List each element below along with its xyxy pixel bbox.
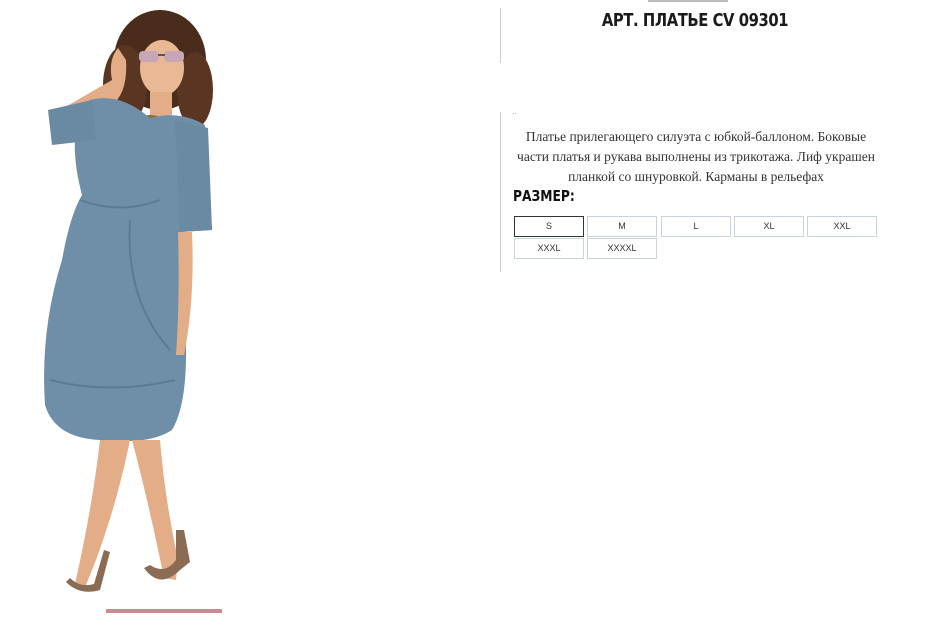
title-rule <box>648 0 728 2</box>
size-button-l[interactable]: L <box>661 216 731 237</box>
divider-line <box>500 112 501 272</box>
size-button-m[interactable]: M <box>587 216 657 237</box>
marker: .. <box>512 106 518 116</box>
model-image <box>44 10 213 592</box>
size-button-xl[interactable]: XL <box>734 216 804 237</box>
size-button-s[interactable]: S <box>514 216 584 237</box>
image-indicator-bar <box>106 609 222 613</box>
divider-line <box>500 8 501 63</box>
size-button-xxl[interactable]: XXL <box>807 216 877 237</box>
product-photo[interactable] <box>0 0 260 618</box>
product-description: Платье прилегающего силуэта с юбкой-балл… <box>517 129 875 184</box>
product-title: АРТ. ПЛАТЬЕ CV 09301 <box>601 10 789 31</box>
size-button-xxxxl[interactable]: XXXXL <box>587 238 657 259</box>
size-button-xxxl[interactable]: XXXL <box>514 238 584 259</box>
size-label: РАЗМЕР: <box>513 187 575 205</box>
